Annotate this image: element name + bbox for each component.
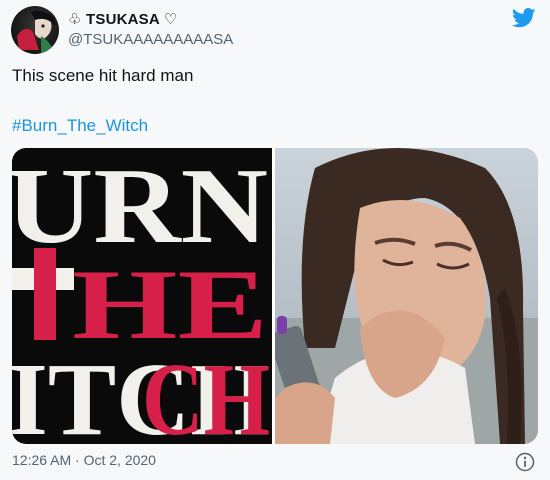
avatar[interactable] — [11, 6, 59, 54]
crying-woman-image[interactable] — [275, 148, 538, 444]
user-handle[interactable]: @TSUKAAAAAAAAASA — [68, 31, 233, 48]
tweet-text: This scene hit hard man — [12, 66, 194, 85]
photo-illustration — [275, 148, 538, 444]
tweet-card: ♧ TSUKASA ♡ @TSUKAAAAAAAAASA This scene … — [0, 0, 550, 480]
title-red-ch: CH — [142, 342, 270, 444]
burn-the-witch-image[interactable]: URN HE ITCH CH — [12, 148, 272, 444]
avatar-image — [17, 10, 55, 54]
twitter-bird-icon[interactable] — [512, 8, 536, 28]
info-icon[interactable] — [515, 452, 535, 472]
title-art: URN HE ITCH CH — [12, 148, 270, 444]
media-grid[interactable]: URN HE ITCH CH — [12, 148, 538, 444]
hashtag-link[interactable]: #Burn_The_Witch — [12, 116, 148, 136]
display-name[interactable]: ♧ TSUKASA ♡ — [68, 10, 177, 28]
tweet-timestamp[interactable]: 12:26 AM · Oct 2, 2020 — [12, 452, 156, 468]
